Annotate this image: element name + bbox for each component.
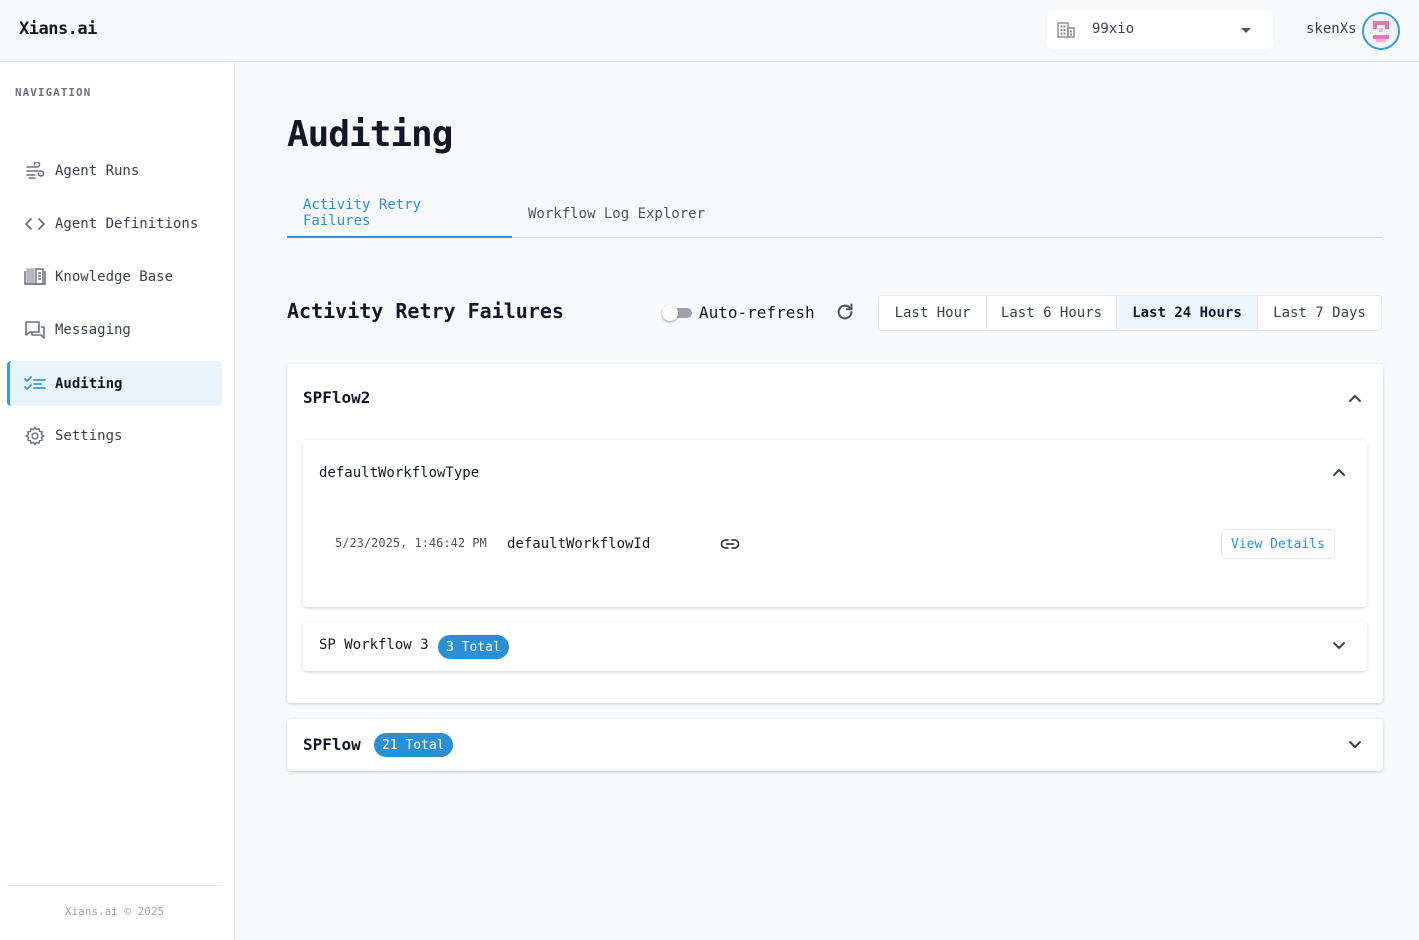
page-title: Auditing bbox=[287, 114, 453, 155]
sidebar-item-label: Agent Definitions bbox=[55, 215, 199, 232]
tab-bar: Activity Retry Failures Workflow Log Exp… bbox=[287, 190, 1383, 238]
agent-name[interactable]: SPFlow2 bbox=[303, 388, 370, 407]
sidebar-item-label: Settings bbox=[55, 427, 123, 444]
sidebar-item-agent-runs[interactable]: Agent Runs bbox=[7, 148, 222, 193]
sidebar: NAVIGATION Agent Runs Agent Definitions … bbox=[0, 63, 235, 940]
chevron-down-icon bbox=[1241, 28, 1251, 33]
workflow-id: defaultWorkflowId bbox=[507, 536, 651, 552]
footer-copyright: Xians.ai © 2025 bbox=[64, 905, 165, 918]
sidebar-item-label: Knowledge Base bbox=[55, 268, 174, 285]
refresh-icon[interactable] bbox=[834, 301, 856, 323]
gear-icon bbox=[24, 425, 46, 447]
avatar[interactable] bbox=[1362, 12, 1400, 50]
chevron-up-icon[interactable] bbox=[1348, 391, 1362, 405]
tenant-selector[interactable]: 99xio bbox=[1047, 11, 1273, 49]
agent-card-spflow[interactable]: SPFlow 21 Total bbox=[287, 719, 1383, 771]
chevron-down-icon[interactable] bbox=[1332, 639, 1346, 653]
sidebar-item-label: Agent Runs bbox=[55, 162, 140, 179]
workflow-type-name[interactable]: defaultWorkflowType bbox=[319, 465, 479, 481]
pixel-avatar-icon bbox=[1373, 21, 1389, 42]
agent-card-spflow2: SPFlow2 defaultWorkflowType 5/23/2025, 1… bbox=[287, 364, 1383, 703]
brand-logo[interactable]: Xians.ai bbox=[19, 19, 97, 39]
user-name: skenXs bbox=[1306, 21, 1357, 37]
building-icon bbox=[1057, 22, 1075, 38]
tenant-name: 99xio bbox=[1092, 21, 1135, 37]
section-title: Activity Retry Failures bbox=[287, 299, 564, 323]
toggle-thumb bbox=[662, 305, 678, 321]
chevron-up-icon[interactable] bbox=[1332, 465, 1346, 479]
sidebar-item-messaging[interactable]: Messaging bbox=[7, 307, 222, 352]
range-last-7-days[interactable]: Last 7 Days bbox=[1258, 296, 1381, 330]
time-range-group: Last Hour Last 6 Hours Last 24 Hours Las… bbox=[878, 295, 1382, 331]
chevron-down-icon[interactable] bbox=[1348, 738, 1362, 752]
workflow-type-card: defaultWorkflowType 5/23/2025, 1:46:42 P… bbox=[303, 440, 1367, 607]
workflow-type-card[interactable]: SP Workflow 3 3 Total bbox=[303, 622, 1367, 671]
top-bar: Xians.ai 99xio skenXs bbox=[0, 0, 1419, 62]
tab-activity-retry-failures[interactable]: Activity Retry Failures bbox=[287, 190, 512, 238]
workflow-type-name: SP Workflow 3 bbox=[319, 637, 429, 653]
tab-workflow-log-explorer[interactable]: Workflow Log Explorer bbox=[512, 190, 721, 238]
range-last-24-hours[interactable]: Last 24 Hours bbox=[1117, 296, 1258, 330]
sidebar-item-label: Auditing bbox=[55, 375, 123, 392]
sidebar-divider bbox=[7, 885, 222, 886]
auto-refresh-toggle[interactable] bbox=[662, 305, 692, 321]
code-icon bbox=[24, 213, 46, 235]
nav-title: NAVIGATION bbox=[15, 86, 92, 99]
book-icon bbox=[24, 266, 46, 288]
run-timestamp: 5/23/2025, 1:46:42 PM bbox=[335, 536, 487, 550]
range-last-6-hours[interactable]: Last 6 Hours bbox=[987, 296, 1117, 330]
agent-name: SPFlow bbox=[303, 735, 361, 754]
count-badge: 21 Total bbox=[374, 733, 453, 757]
wind-icon bbox=[24, 160, 46, 182]
checklist-icon bbox=[24, 373, 46, 395]
count-badge: 3 Total bbox=[438, 635, 509, 659]
sidebar-item-label: Messaging bbox=[55, 321, 131, 338]
sidebar-item-agent-definitions[interactable]: Agent Definitions bbox=[7, 201, 222, 246]
sidebar-item-settings[interactable]: Settings bbox=[7, 413, 222, 458]
auto-refresh-label: Auto-refresh bbox=[699, 303, 815, 322]
chat-icon bbox=[24, 319, 46, 341]
view-details-button[interactable]: View Details bbox=[1221, 529, 1335, 559]
link-icon[interactable] bbox=[720, 536, 740, 552]
sidebar-item-knowledge-base[interactable]: Knowledge Base bbox=[7, 254, 222, 299]
range-last-hour[interactable]: Last Hour bbox=[879, 296, 987, 330]
sidebar-item-auditing[interactable]: Auditing bbox=[7, 361, 222, 406]
